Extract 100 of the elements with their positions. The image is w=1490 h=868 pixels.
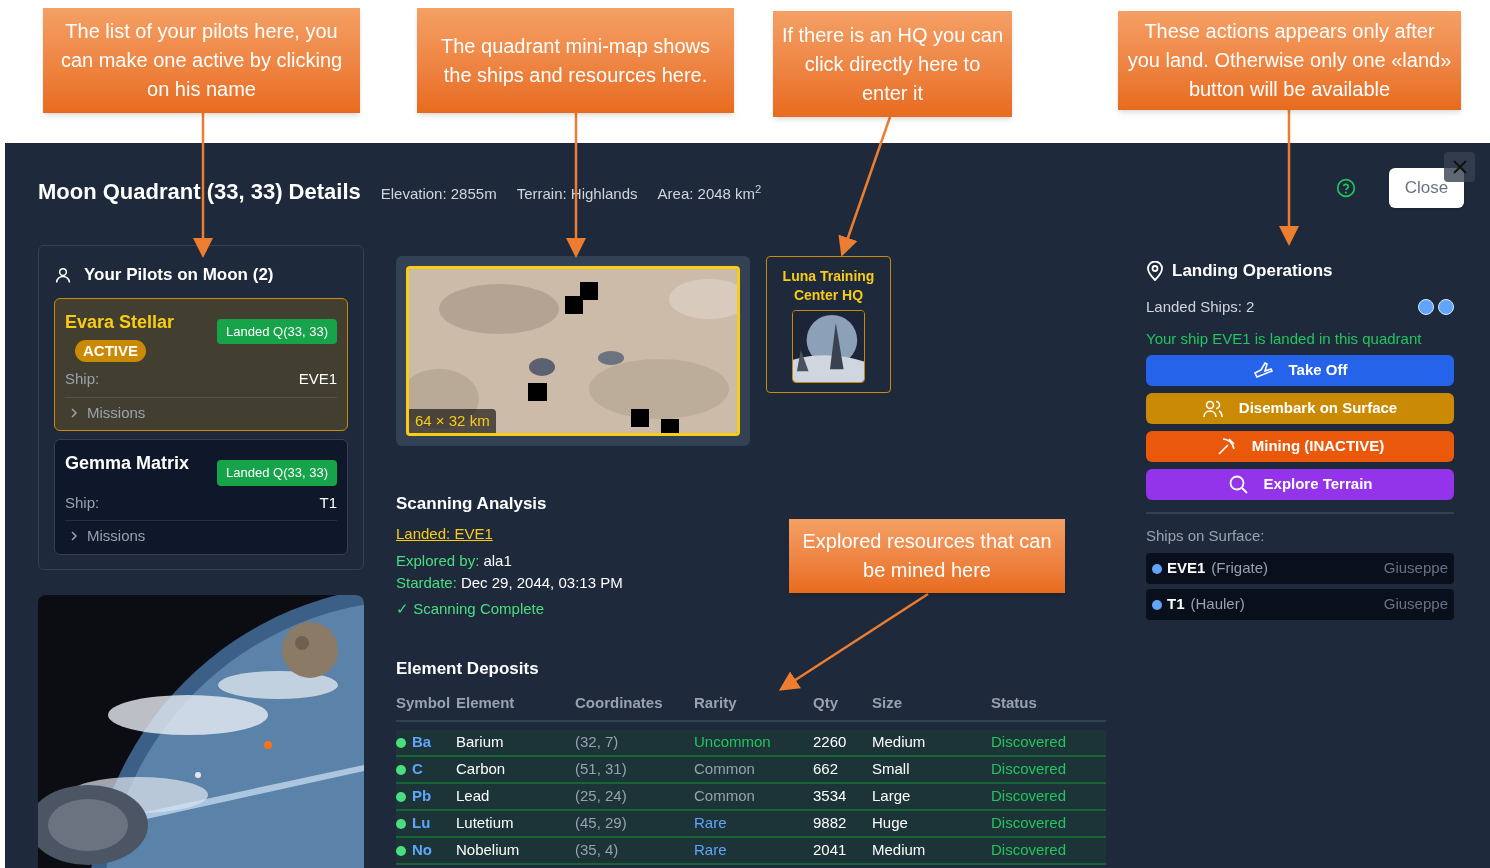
table-cell-text: Discovered bbox=[991, 813, 1068, 834]
airplane-icon bbox=[1252, 360, 1273, 380]
status-badge: Landed Q(33, 33) bbox=[217, 460, 337, 486]
user-icon bbox=[54, 265, 72, 284]
ship-name: EVE1 bbox=[1167, 558, 1206, 579]
subsection-title: Ships on Surface: bbox=[1146, 525, 1266, 546]
pilot-card[interactable]: Gemma Matrix Landed Q(33, 33) Ship: T1 Missions bbox=[54, 439, 348, 555]
table-cell-text: 3534 bbox=[813, 786, 848, 807]
table-cell-text: Large bbox=[872, 786, 912, 807]
table-cell-text: Nobelium bbox=[456, 840, 521, 861]
table-cell-text: Discovered bbox=[991, 732, 1068, 753]
missions-toggle[interactable]: Missions bbox=[65, 521, 337, 552]
info-value: ala1 bbox=[483, 551, 512, 571]
action-button[interactable]: Explore Terrain bbox=[1146, 468, 1454, 500]
status-dot-icon bbox=[396, 791, 406, 802]
table-cell-text: Ba bbox=[412, 732, 432, 753]
table-cell-text: No bbox=[412, 840, 432, 861]
ship-dot-icon bbox=[1438, 298, 1454, 315]
status-dot-icon bbox=[396, 818, 406, 829]
chevron-right-icon bbox=[69, 531, 79, 542]
table-cell-text: (35, 4) bbox=[575, 840, 620, 861]
table-cell-text: Rare bbox=[694, 840, 728, 861]
pilot-name[interactable]: Evara Stellar bbox=[65, 308, 175, 336]
active-badge: ACTIVE bbox=[75, 339, 146, 362]
close-x-button[interactable] bbox=[1444, 152, 1475, 182]
ship-value: EVE1 bbox=[298, 369, 337, 389]
landed-notice: Your ship EVE1 is landed in this quadrant bbox=[1146, 329, 1423, 349]
quadrant-stat: Elevation: 2855m bbox=[380, 184, 497, 204]
ship-type: (Frigate) bbox=[1211, 558, 1269, 579]
column-header: Rarity bbox=[694, 692, 738, 713]
surface-ship-row[interactable]: T1 (Hauler) Giuseppe bbox=[1146, 589, 1454, 620]
ship-label: Ship: bbox=[65, 492, 100, 513]
hq-card[interactable]: Luna Training Center HQ bbox=[766, 256, 891, 393]
callout-box: The list of your pilots here, you can make one active by clicking on his name bbox=[43, 8, 360, 113]
ship-dot-icon bbox=[1418, 298, 1434, 315]
close-icon bbox=[1452, 160, 1467, 174]
table-cell-text: Carbon bbox=[456, 759, 507, 780]
table-cell-text: Medium bbox=[872, 840, 927, 861]
section-title: Landing Operations bbox=[1172, 260, 1333, 282]
ship-label: Ship: bbox=[65, 369, 100, 389]
info-label: Explored by: bbox=[396, 551, 480, 571]
table-cell-text: 9882 bbox=[813, 813, 848, 834]
callout-box: Explored resources that can be mined here bbox=[789, 519, 1065, 593]
table-cell-text: (25, 24) bbox=[575, 786, 628, 807]
map-scale-label: 64 × 32 km bbox=[409, 408, 496, 433]
table-cell-text: Uncommon bbox=[694, 732, 772, 753]
callout-box: The quadrant mini-map shows the ships and resources here. bbox=[417, 8, 734, 113]
missions-toggle[interactable]: Missions bbox=[65, 397, 337, 428]
action-button[interactable]: Mining (INACTIVE) bbox=[1146, 430, 1454, 462]
ship-type: (Hauler) bbox=[1190, 594, 1245, 615]
surface-ship-row[interactable]: EVE1 (Frigate) Giuseppe bbox=[1146, 553, 1454, 584]
status-dot-icon bbox=[396, 764, 406, 775]
table-cell-text: (45, 29) bbox=[575, 813, 628, 834]
action-button[interactable]: Take Off bbox=[1146, 354, 1454, 386]
column-header: Coordinates bbox=[575, 692, 664, 713]
scan-status: ✓ Scanning Complete bbox=[396, 599, 545, 619]
quadrant-stat: Area: 2048 km$^{2}$ bbox=[657, 183, 762, 204]
section-title: Scanning Analysis bbox=[396, 493, 547, 515]
chevron-right-icon bbox=[69, 407, 79, 418]
table-cell-text: Huge bbox=[872, 813, 909, 834]
table-cell-text: Barium bbox=[456, 732, 505, 753]
location-pin-icon bbox=[1146, 260, 1164, 281]
info-value: Dec 29, 2044, 03:13 PM bbox=[460, 573, 623, 593]
table-cell-text: Lutetium bbox=[456, 813, 515, 834]
dialog-title: Moon Quadrant (33, 33) Details bbox=[38, 178, 361, 206]
people-icon bbox=[1202, 398, 1223, 418]
column-header: Element bbox=[456, 692, 516, 713]
column-header: Qty bbox=[813, 692, 839, 713]
pilot-name[interactable]: Gemma Matrix bbox=[65, 450, 190, 477]
close-button[interactable]: Close bbox=[1389, 168, 1464, 208]
info-label: Stardate: bbox=[396, 573, 457, 593]
table-cell-text: Common bbox=[694, 759, 756, 780]
table-cell-text: 2041 bbox=[813, 840, 848, 861]
table-cell-text: Small bbox=[872, 759, 911, 780]
table-cell-text: Medium bbox=[872, 732, 927, 753]
table-cell-text: 662 bbox=[813, 759, 840, 780]
table-cell-text: Pb bbox=[412, 786, 432, 807]
section-title: Element Deposits bbox=[396, 658, 540, 680]
table-cell-text: Rare bbox=[694, 813, 728, 834]
status-dot-icon bbox=[396, 737, 406, 748]
ship-name: T1 bbox=[1167, 594, 1185, 615]
table-cell-text: (51, 31) bbox=[575, 759, 628, 780]
column-header: Symbol bbox=[396, 692, 452, 713]
table-cell-text: Discovered bbox=[991, 759, 1068, 780]
callout-box: If there is an HQ you can click directly here to enter it bbox=[773, 11, 1012, 117]
status-dot-icon bbox=[396, 845, 406, 856]
callout-box: These actions appears only after you land. Otherwise only one «land» button will be available bbox=[1118, 11, 1461, 110]
ship-value: T1 bbox=[319, 492, 337, 513]
pilot-card[interactable]: Evara Stellar ACTIVE Landed Q(33, 33) Ship: EVE1 Missions bbox=[54, 297, 348, 431]
landed-link[interactable]: Landed: EVE1 bbox=[396, 522, 493, 545]
status-badge: Landed Q(33, 33) bbox=[217, 318, 337, 344]
table-cell-text: 2260 bbox=[813, 732, 848, 753]
panel-title: Your Pilots on Moon (2) bbox=[84, 264, 274, 286]
table-cell-text: Common bbox=[694, 786, 756, 807]
help-icon[interactable] bbox=[1336, 178, 1356, 198]
table-cell-text: Discovered bbox=[991, 840, 1068, 861]
ship-owner: Giuseppe bbox=[1383, 558, 1448, 579]
table-cell-text: Discovered bbox=[991, 786, 1068, 807]
column-header: Status bbox=[991, 692, 1038, 713]
ship-owner: Giuseppe bbox=[1383, 594, 1448, 615]
